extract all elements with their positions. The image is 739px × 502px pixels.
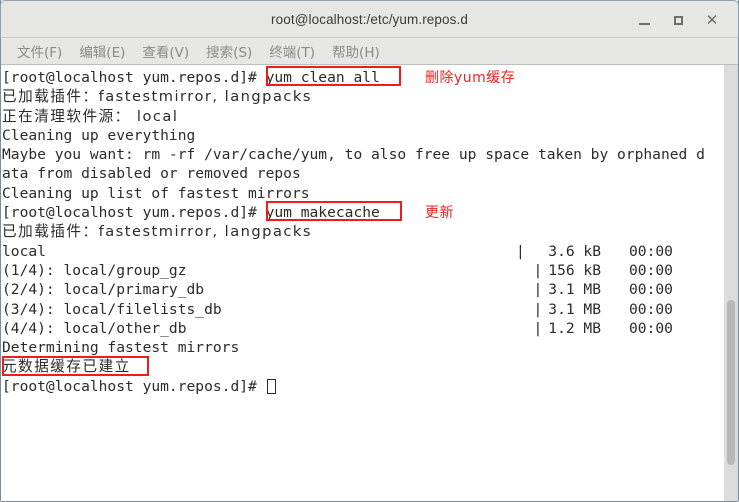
progress-size: 3.6 kB bbox=[548, 242, 601, 260]
scrollbar-thumb[interactable] bbox=[727, 300, 735, 465]
window-controls: ✕ bbox=[634, 1, 732, 39]
terminal-line: [root@localhost yum.repos.d]# yum makeca… bbox=[2, 204, 380, 222]
terminal-line: Cleaning up everything bbox=[2, 126, 196, 144]
menubar: 文件(F) 编辑(E) 查看(V) 搜索(S) 终端(T) 帮助(H) bbox=[1, 38, 738, 65]
terminal-line: 已加载插件：fastestmirror, langpacks bbox=[2, 88, 312, 106]
progress-bar-separator: | bbox=[516, 242, 525, 260]
minimize-icon bbox=[638, 22, 650, 25]
progress-time: 00:00 bbox=[629, 242, 673, 260]
progress-size: 3.1 MB bbox=[548, 281, 601, 299]
terminal-line: Maybe you want: rm -rf /var/cache/yum, t… bbox=[2, 146, 705, 164]
annotation-clear-cache: 删除yum缓存 bbox=[425, 70, 516, 86]
terminal-line: (2/4): local/primary_db | 3.1 MB 00:00 bbox=[2, 281, 673, 299]
terminal-line: Cleaning up list of fastest mirrors bbox=[2, 184, 310, 202]
menu-item-edit[interactable]: 编辑(E) bbox=[71, 39, 134, 63]
terminal-cursor bbox=[266, 378, 276, 394]
window-title: root@localhost:/etc/yum.repos.d bbox=[271, 11, 468, 27]
terminal-line: 已加载插件：fastestmirror, langpacks bbox=[2, 223, 312, 241]
terminal-line: 元数据缓存已建立 bbox=[2, 358, 131, 376]
menu-item-view[interactable]: 查看(V) bbox=[134, 39, 198, 63]
terminal-line: Determining fastest mirrors bbox=[2, 339, 240, 357]
terminal-scrollbar[interactable] bbox=[724, 65, 738, 501]
annotation-update: 更新 bbox=[425, 205, 454, 222]
terminal-body: [root@localhost yum.repos.d]# yum clean … bbox=[1, 65, 738, 501]
progress-time: 00:00 bbox=[629, 281, 673, 299]
terminal-line: 正在清理软件源： local bbox=[2, 107, 179, 125]
close-button[interactable]: ✕ bbox=[702, 10, 722, 30]
menu-item-file[interactable]: 文件(F) bbox=[9, 39, 71, 63]
terminal-line: (1/4): local/group_gz | 156 kB 00:00 bbox=[2, 261, 673, 279]
progress-time: 00:00 bbox=[629, 300, 673, 318]
window-titlebar[interactable]: root@localhost:/etc/yum.repos.d ✕ bbox=[0, 0, 739, 38]
terminal-line: (4/4): local/other_db | 1.2 MB 00:00 bbox=[2, 319, 673, 337]
progress-time: 00:00 bbox=[629, 261, 673, 279]
progress-size: 3.1 MB bbox=[548, 300, 601, 318]
maximize-button[interactable] bbox=[668, 10, 688, 30]
terminal-line: (3/4): local/filelists_db | 3.1 MB 00:00 bbox=[2, 300, 673, 318]
minimize-button[interactable] bbox=[634, 10, 654, 30]
maximize-icon bbox=[673, 15, 683, 25]
terminal-line: local | 3.6 kB 00:00 bbox=[2, 242, 673, 260]
terminal-line: [root@localhost yum.repos.d]# yum clean … bbox=[2, 69, 380, 86]
menu-item-terminal[interactable]: 终端(T) bbox=[261, 39, 324, 63]
terminal-line: ata from disabled or removed repos bbox=[2, 165, 301, 183]
progress-size: 156 kB bbox=[548, 261, 601, 279]
progress-time: 00:00 bbox=[629, 319, 673, 337]
menu-item-search[interactable]: 搜索(S) bbox=[198, 39, 261, 63]
terminal-line: [root@localhost yum.repos.d]# bbox=[2, 377, 724, 396]
screenshot-root: root@localhost:/etc/yum.repos.d ✕ 文件(F) … bbox=[0, 0, 739, 502]
terminal-output[interactable]: [root@localhost yum.repos.d]# yum clean … bbox=[1, 65, 724, 501]
progress-size: 1.2 MB bbox=[548, 319, 601, 337]
close-icon: ✕ bbox=[705, 10, 719, 29]
terminal-window: root@localhost:/etc/yum.repos.d ✕ 文件(F) … bbox=[0, 0, 739, 502]
menu-item-help[interactable]: 帮助(H) bbox=[324, 39, 389, 63]
